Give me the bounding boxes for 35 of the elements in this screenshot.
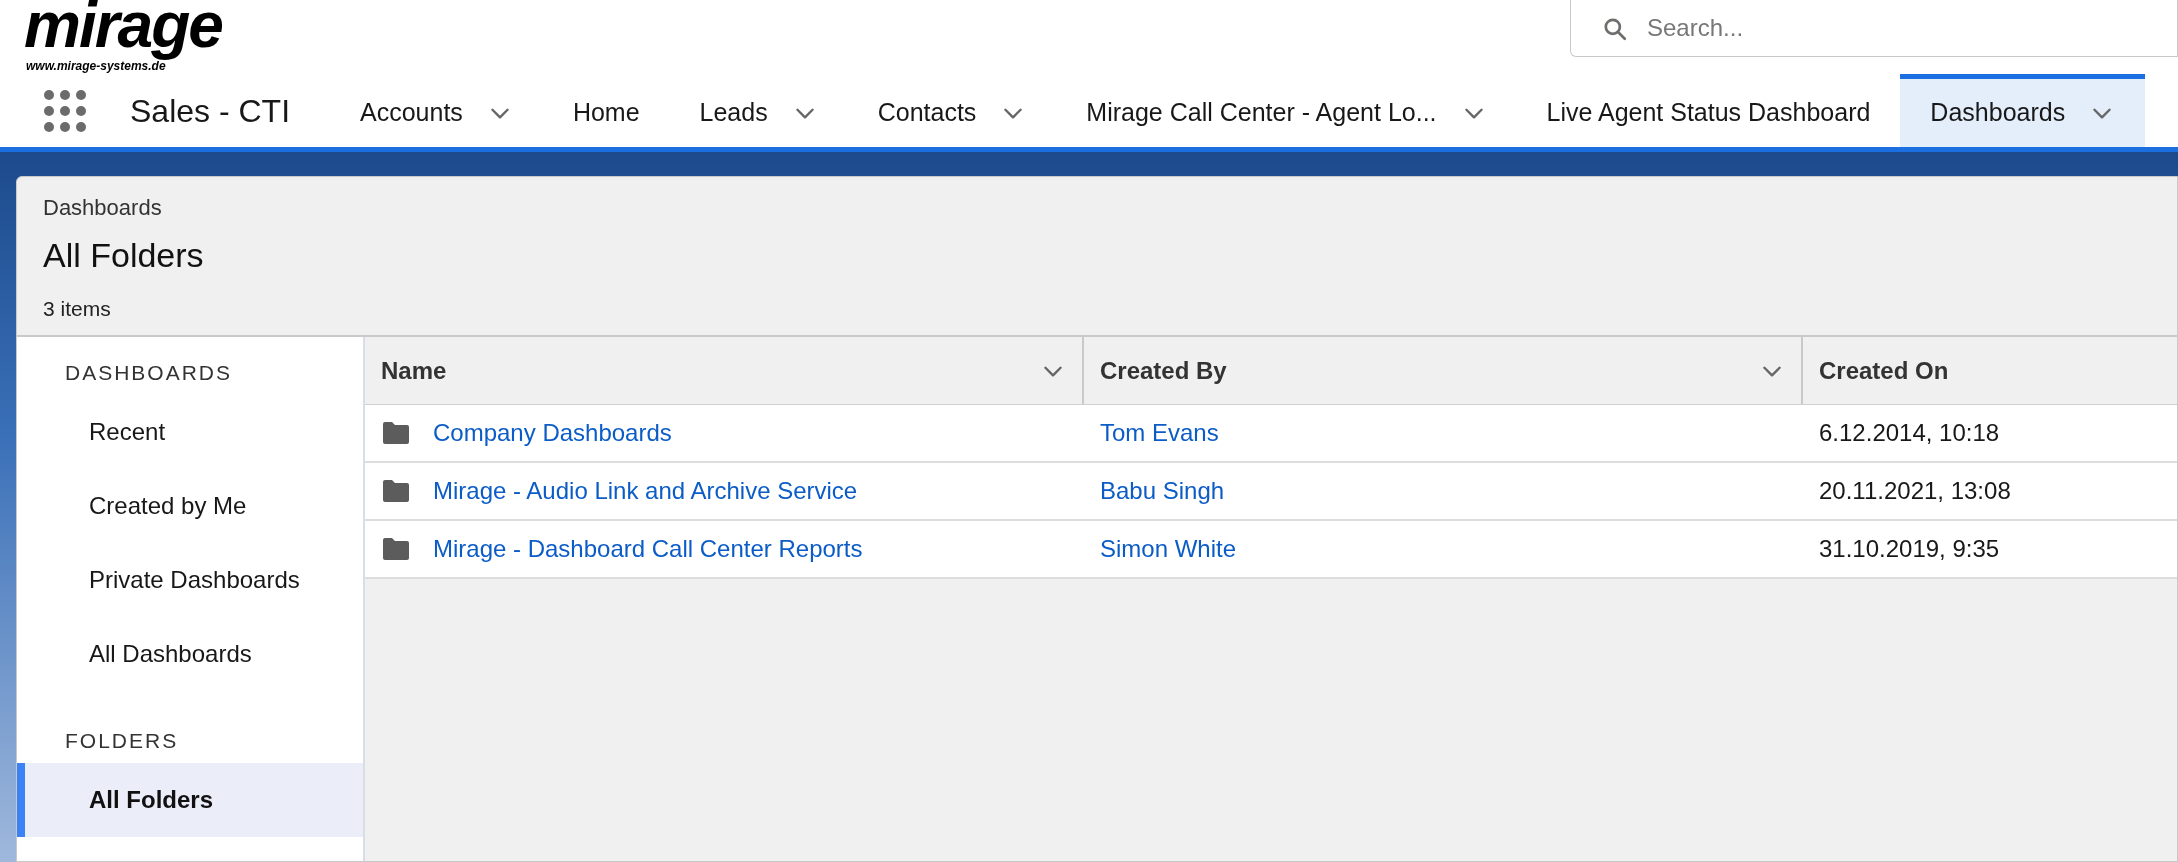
search-field[interactable]: Search...: [1570, 0, 2178, 57]
sidebar-item[interactable]: All Dashboards: [17, 617, 363, 691]
nav-tab[interactable]: Contacts: [847, 74, 1057, 147]
folder-link[interactable]: Mirage - Dashboard Call Center Reports: [433, 531, 863, 567]
mirage-logo: mirage www.mirage-systems.de: [23, 0, 222, 72]
sidebar-item[interactable]: Private Dashboards: [17, 543, 363, 617]
column-header[interactable]: Created On: [1803, 337, 2177, 404]
table-cell-text: 6.12.2014, 10:18: [1819, 418, 2000, 448]
folder-link[interactable]: Company Dashboards: [433, 415, 672, 451]
sidebar-item[interactable]: Recent: [17, 395, 363, 469]
item-count: 3 items: [43, 296, 112, 322]
table-cell-text: 31.10.2019, 9:35: [1819, 534, 2000, 564]
nav-tab[interactable]: Leads: [669, 74, 848, 147]
user-link[interactable]: Simon White: [1100, 531, 1237, 567]
nav-tab[interactable]: Dashboards: [1900, 74, 2146, 147]
app-launcher-icon[interactable]: [43, 88, 87, 133]
sidebar-item[interactable]: Created by Me: [17, 469, 363, 543]
table-cell-text: 20.11.2021, 13:08: [1819, 476, 2011, 506]
folder-icon: [381, 478, 411, 504]
user-link[interactable]: Tom Evans: [1100, 415, 1219, 451]
breadcrumb: Dashboards: [43, 194, 163, 222]
search-icon: [1602, 16, 1628, 42]
sidebar-item[interactable]: All Folders: [17, 763, 363, 837]
page-title: All Folders: [43, 235, 205, 276]
folder-icon: [381, 420, 411, 446]
nav-tab[interactable]: Mirage Call Center - Agent Lo...: [1056, 74, 1517, 147]
nav-tab[interactable]: Live Agent Status Dashboard: [1516, 74, 1901, 147]
folder-icon: [381, 536, 411, 562]
app-name: Sales - CTI: [130, 91, 292, 131]
nav-tab[interactable]: Accounts: [330, 74, 543, 147]
user-link[interactable]: Babu Singh: [1100, 473, 1225, 509]
sidebar-heading: DASHBOARDS: [64, 360, 234, 387]
nav-tab[interactable]: Home: [542, 74, 670, 147]
sidebar-heading: FOLDERS: [64, 728, 180, 755]
folder-link[interactable]: Mirage - Audio Link and Archive Service: [433, 473, 858, 509]
